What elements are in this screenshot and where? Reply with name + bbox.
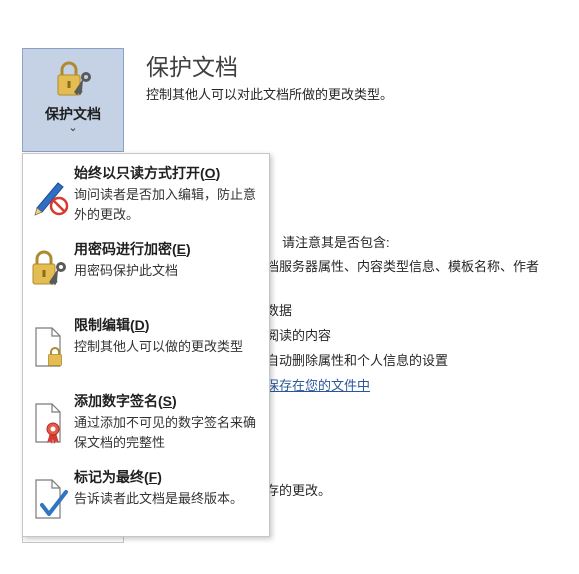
menu-item-title: 添加数字签名(S) xyxy=(74,393,177,409)
menu-item-title: 标记为最终(F) xyxy=(74,469,162,485)
chevron-down-icon: ⌄ xyxy=(68,122,78,134)
inspect-item: 档服务器属性、内容类型信息、模板名称、作者 xyxy=(266,259,540,274)
menu-item-description: 用密码保护此文档 xyxy=(74,263,179,278)
document-ribbon-icon xyxy=(35,403,61,444)
protect-document-button[interactable]: 保护文档 ⌄ xyxy=(22,48,124,152)
menu-item-restrict-editing[interactable]: 限制编辑(D) 控制其他人可以做的更改类型 xyxy=(23,315,269,385)
menu-item-title: 始终以只读方式打开(O) xyxy=(74,165,221,181)
menu-item-mark-as-final[interactable]: 标记为最终(F) 告诉读者此文档是最终版本。 xyxy=(23,467,269,537)
lock-key-icon xyxy=(32,250,66,286)
menu-item-title: 限制编辑(D) xyxy=(74,317,150,333)
section-description: 控制其他人可以对此文档所做的更改类型。 xyxy=(146,87,394,102)
menu-item-add-digital-signature[interactable]: 添加数字签名(S) 通过添加不可见的数字签名来确保文档的完整性 xyxy=(23,391,269,461)
lock-key-icon xyxy=(57,61,91,96)
inspect-item: 自动删除属性和个人信息的设置 xyxy=(266,353,449,368)
menu-item-description: 通过添加不可见的数字签名来确保文档的完整性 xyxy=(74,415,257,450)
menu-item-description: 告诉读者此文档是最终版本。 xyxy=(74,491,244,506)
protect-document-menu: 始终以只读方式打开(O) 询问读者是否加入编辑，防止意外的更改。 用密码进行加密… xyxy=(22,153,270,537)
menu-item-encrypt-with-password[interactable]: 用密码进行加密(E) 用密码保护此文档 xyxy=(23,239,269,299)
menu-item-title: 用密码进行加密(E) xyxy=(74,241,191,257)
inspect-item: 阅读的内容 xyxy=(266,328,332,343)
inspect-intro: 请注意其是否包含: xyxy=(282,235,390,250)
document-check-icon xyxy=(35,479,68,519)
inspect-link[interactable]: 保存在您的文件中 xyxy=(266,375,370,394)
menu-item-always-open-read-only[interactable]: 始终以只读方式打开(O) 询问读者是否加入编辑，防止意外的更改。 xyxy=(23,163,269,233)
pencil-no-edit-icon xyxy=(34,182,69,216)
document-lock-icon xyxy=(35,327,62,367)
versions-text: 存的更改。 xyxy=(266,483,332,498)
menu-item-description: 控制其他人可以做的更改类型 xyxy=(74,339,244,354)
section-title: 保护文档 xyxy=(146,54,238,80)
menu-item-description: 询问读者是否加入编辑，防止意外的更改。 xyxy=(74,187,257,222)
